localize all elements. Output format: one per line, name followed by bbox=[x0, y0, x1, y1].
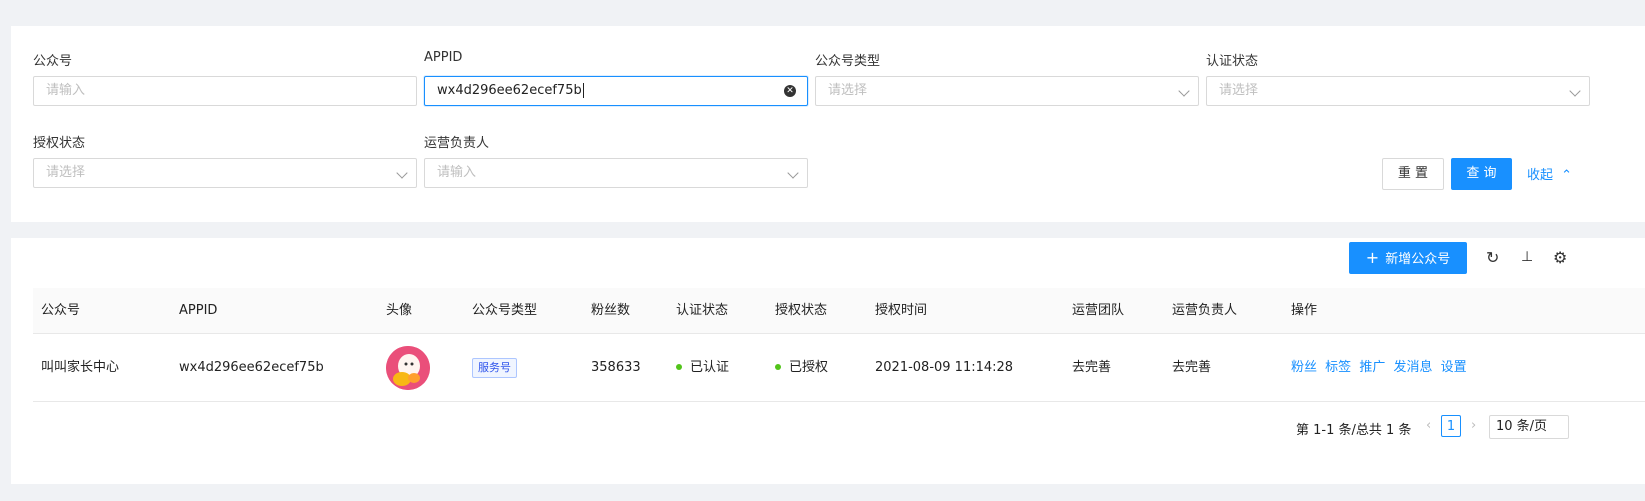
collapse-label: 收起 bbox=[1527, 168, 1554, 183]
chevron-down-icon bbox=[1569, 85, 1581, 97]
plus-icon: + bbox=[1365, 248, 1380, 267]
account-name: 叫叫家长中心 bbox=[41, 360, 120, 375]
verify-status-cell: 已认证 bbox=[676, 334, 729, 401]
account-placeholder: 请输入 bbox=[46, 83, 86, 98]
column-header: 认证状态 bbox=[676, 303, 729, 318]
action-settings-link[interactable]: 设置 bbox=[1441, 360, 1467, 375]
column-header: 授权时间 bbox=[875, 303, 928, 318]
account-type-cell: 服务号 bbox=[472, 334, 517, 401]
text-caret bbox=[582, 83, 584, 98]
pagination-summary: 第 1-1 条/总共 1 条 bbox=[1296, 423, 1412, 438]
column-header: 粉丝数 bbox=[591, 303, 631, 318]
verify-status-placeholder: 请选择 bbox=[1219, 83, 1259, 98]
column-header: 运营团队 bbox=[1072, 303, 1125, 318]
table-panel: + 新增公众号 ↻ ⊥ ⚙ 公众号 APPID 头像 公众号类型 粉丝数 认证状态… bbox=[11, 238, 1645, 484]
reset-button[interactable]: 重 置 bbox=[1382, 158, 1444, 190]
add-account-button[interactable]: + 新增公众号 bbox=[1349, 242, 1467, 274]
page-1-button[interactable]: 1 bbox=[1441, 415, 1461, 437]
search-button[interactable]: 查 询 bbox=[1451, 158, 1512, 190]
auth-status-placeholder: 请选择 bbox=[46, 165, 86, 180]
refresh-icon[interactable]: ↻ bbox=[1486, 248, 1499, 267]
prev-page-icon[interactable]: ‹ bbox=[1426, 418, 1431, 433]
auth-status-label: 授权状态 bbox=[33, 136, 86, 151]
operator-label: 运营负责人 bbox=[424, 136, 490, 151]
status-dot bbox=[676, 363, 682, 370]
fans-count: 358633 bbox=[591, 360, 641, 375]
column-header: 头像 bbox=[386, 303, 413, 318]
team-complete-link[interactable]: 去完善 bbox=[1072, 334, 1111, 401]
page-size-select[interactable]: 10 条/页 bbox=[1489, 415, 1569, 439]
column-header: 公众号 bbox=[41, 303, 81, 318]
vertical-align-icon[interactable]: ⊥ bbox=[1521, 249, 1533, 265]
account-type-label: 公众号类型 bbox=[815, 54, 881, 69]
column-header: 操作 bbox=[1291, 303, 1318, 318]
auth-time: 2021-08-09 11:14:28 bbox=[875, 360, 1014, 375]
appid-label: APPID bbox=[424, 50, 463, 65]
table-header: 公众号 APPID 头像 公众号类型 粉丝数 认证状态 授权状态 授权时间 运营… bbox=[33, 288, 1645, 334]
action-fans-link[interactable]: 粉丝 bbox=[1291, 360, 1317, 375]
status-dot bbox=[775, 363, 781, 370]
operator-placeholder: 请输入 bbox=[437, 165, 477, 180]
chevron-down-icon bbox=[396, 167, 408, 179]
auth-status-text: 已授权 bbox=[789, 360, 829, 375]
verify-status-label: 认证状态 bbox=[1206, 54, 1259, 69]
chevron-up-icon: ⌃ bbox=[1561, 168, 1573, 183]
account-type-tag: 服务号 bbox=[472, 357, 517, 378]
action-message-link[interactable]: 发消息 bbox=[1393, 360, 1432, 375]
appid-input[interactable]: wx4d296ee62ecef75b ✕ bbox=[424, 76, 808, 106]
column-header: APPID bbox=[179, 303, 218, 318]
add-account-label: 新增公众号 bbox=[1385, 252, 1451, 267]
verify-status-text: 已认证 bbox=[690, 360, 730, 375]
actions-cell: 粉丝 标签 推广 发消息 设置 bbox=[1291, 334, 1467, 401]
appid-value: wx4d296ee62ecef75b bbox=[437, 83, 582, 98]
chevron-down-icon bbox=[787, 167, 799, 179]
action-tags-link[interactable]: 标签 bbox=[1325, 360, 1351, 375]
filter-panel: 公众号 请输入 APPID wx4d296ee62ecef75b ✕ 公众号类型… bbox=[11, 26, 1645, 222]
owner-complete-link[interactable]: 去完善 bbox=[1172, 334, 1211, 401]
column-header: 公众号类型 bbox=[472, 303, 538, 318]
action-promote-link[interactable]: 推广 bbox=[1359, 360, 1385, 375]
verify-status-select[interactable]: 请选择 bbox=[1206, 76, 1590, 106]
auth-status-cell: 已授权 bbox=[775, 334, 828, 401]
auth-status-select[interactable]: 请选择 bbox=[33, 158, 417, 188]
collapse-toggle[interactable]: 收起 ⌃ bbox=[1527, 164, 1572, 183]
account-type-select[interactable]: 请选择 bbox=[815, 76, 1199, 106]
table-row: 叫叫家长中心 wx4d296ee62ecef75b 服务号 358633 已认证… bbox=[33, 334, 1645, 402]
page-size-value: 10 条/页 bbox=[1496, 419, 1548, 434]
column-header: 运营负责人 bbox=[1172, 303, 1238, 318]
account-type-placeholder: 请选择 bbox=[828, 83, 868, 98]
avatar bbox=[386, 346, 430, 390]
column-header: 授权状态 bbox=[775, 303, 828, 318]
account-appid: wx4d296ee62ecef75b bbox=[179, 360, 324, 375]
next-page-icon[interactable]: › bbox=[1471, 418, 1476, 433]
operator-select[interactable]: 请输入 bbox=[424, 158, 808, 188]
settings-icon[interactable]: ⚙ bbox=[1553, 248, 1567, 267]
chevron-down-icon bbox=[1178, 85, 1190, 97]
account-input[interactable]: 请输入 bbox=[33, 76, 417, 106]
clear-icon[interactable]: ✕ bbox=[784, 85, 796, 97]
account-label: 公众号 bbox=[33, 54, 73, 69]
